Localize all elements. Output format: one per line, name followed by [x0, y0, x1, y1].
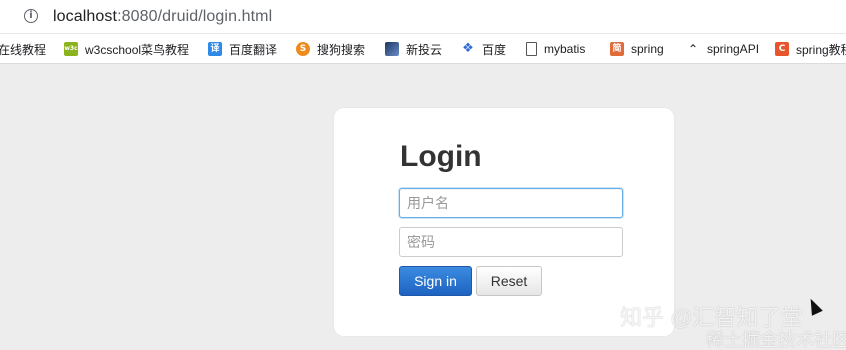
bookmark-spring[interactable]: 简 spring	[610, 40, 664, 58]
url-text[interactable]: localhost:8080/druid/login.html	[53, 8, 272, 26]
mouse-cursor-icon	[805, 296, 823, 316]
bookmark-mybatis[interactable]: mybatis	[526, 40, 585, 58]
address-bar[interactable]: i localhost:8080/druid/login.html	[0, 0, 846, 34]
w3c-logo-icon: w3c	[64, 42, 78, 56]
bookmark-w3cschool[interactable]: w3c w3cschool菜鸟教程	[64, 40, 189, 58]
baidu-paw-icon: ❖	[462, 41, 474, 56]
bookmark-spring-tutorial[interactable]: C spring教程	[775, 40, 846, 58]
bookmarks-bar: 在线教程 w3c w3cschool菜鸟教程 译 百度翻译 S 搜狗搜索 新投云…	[0, 34, 846, 64]
bookmark-label: mybatis	[544, 42, 586, 56]
watermark-juejin: 稀土掘金技术社区	[706, 330, 846, 350]
login-title: Login	[400, 140, 482, 173]
baidu-translate-icon: 译	[208, 42, 222, 56]
bookmark-label: 新投云	[406, 42, 443, 57]
bookmark-label: spring教程	[796, 42, 846, 57]
bookmark-xintouyun[interactable]: 新投云	[385, 40, 442, 58]
bookmark-baidu-translate[interactable]: 译 百度翻译	[208, 40, 277, 58]
bookmark-label: spring	[631, 42, 664, 56]
bookmark-spring-api[interactable]: ⌃ springAPI	[686, 40, 759, 58]
url-path: :8080/druid/login.html	[117, 8, 273, 25]
bookmark-label: 百度翻译	[229, 42, 278, 57]
bookmark-label: 百度	[482, 42, 507, 57]
spring-api-icon: ⌃	[687, 42, 699, 56]
bookmark-label: w3cschool菜鸟教程	[85, 42, 190, 57]
bookmark-label: 搜狗搜索	[317, 42, 366, 57]
jian-icon: 简	[610, 42, 624, 56]
password-input[interactable]	[399, 227, 623, 257]
username-input[interactable]	[399, 188, 623, 218]
info-icon[interactable]: i	[24, 9, 38, 23]
bookmark-online-tutorial[interactable]: 在线教程	[0, 40, 46, 58]
reset-button[interactable]: Reset	[476, 266, 542, 296]
document-icon	[526, 42, 537, 56]
bookmark-sogou[interactable]: S 搜狗搜索	[296, 40, 365, 58]
bookmark-label: springAPI	[707, 42, 760, 56]
c-logo-icon: C	[775, 42, 789, 56]
bookmark-label: 在线教程	[0, 42, 47, 57]
url-host: localhost	[53, 8, 118, 25]
sign-in-button[interactable]: Sign in	[399, 266, 472, 296]
bookmark-baidu[interactable]: ❖ 百度	[461, 40, 506, 58]
sogou-icon: S	[296, 42, 310, 56]
xintouyun-icon	[385, 42, 399, 56]
